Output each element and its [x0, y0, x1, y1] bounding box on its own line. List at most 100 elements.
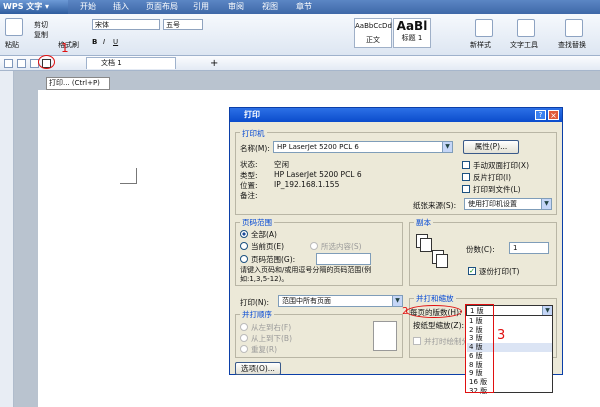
properties-button[interactable]: 属性(P)... — [463, 140, 519, 154]
menu-chapter[interactable]: 章节 — [296, 0, 312, 14]
print-what-label: 打印(N): — [240, 298, 269, 307]
text-tools-label[interactable]: 文字工具 — [510, 40, 538, 50]
bold-button[interactable]: B — [92, 38, 97, 46]
vertical-ruler — [0, 71, 14, 407]
annotation-step-2: 2 — [402, 306, 409, 317]
printer-group-label: 打印机 — [240, 128, 267, 139]
find-replace-label[interactable]: 查找替换 — [558, 40, 586, 50]
printer-name-select[interactable]: HP LaserJet 5200 PCL 6 ▼ — [273, 141, 453, 153]
app-name: WPS 文字 — [3, 2, 43, 11]
printer-name-label: 名称(M): — [240, 144, 270, 153]
annotation-step-1: 1 — [61, 41, 69, 55]
range-current-radio[interactable] — [240, 242, 248, 250]
comment-label: 备注: — [240, 191, 258, 200]
type-value: HP LaserJet 5200 PCL 6 — [274, 170, 362, 179]
printer-name-value: HP LaserJet 5200 PCL 6 — [277, 143, 359, 151]
paper-source-label: 纸张来源(S): — [413, 201, 457, 210]
manual-duplex-label: 手动双面打印(X) — [473, 161, 529, 170]
chevron-down-icon: ▼ — [541, 199, 551, 209]
status-value: 空闲 — [274, 160, 289, 169]
tab-document[interactable]: 文档 1 — [86, 57, 176, 69]
new-style-icon[interactable] — [475, 19, 493, 37]
location-value: IP_192.168.1.155 — [274, 180, 340, 189]
copies-input[interactable]: 1 — [509, 242, 549, 254]
menu-page-layout[interactable]: 页面布局 — [146, 0, 178, 14]
margin-mark — [120, 183, 136, 184]
style-normal-label: 正文 — [366, 36, 380, 44]
paper-source-value: 使用打印机设置 — [468, 200, 517, 208]
options-button[interactable]: 选项(O)... — [235, 362, 281, 375]
order-repeat-radio[interactable] — [240, 345, 248, 353]
range-selection-label: 所选内容(S) — [321, 242, 362, 251]
reverse-label: 反片打印(I) — [473, 173, 512, 182]
per-sheet-label: 每页的版数(H): — [410, 308, 462, 317]
page-range-hint: 请键入页码和/或用逗号分隔的页码范围(例如:1,3,5-12)。 — [240, 266, 372, 283]
annotation-step-3: 3 — [497, 328, 506, 343]
style-heading1-sample: AaBl — [396, 19, 428, 33]
italic-button[interactable]: I — [103, 38, 105, 46]
zoom-group-label: 并打和缩放 — [414, 293, 456, 304]
menu-view[interactable]: 视图 — [262, 0, 278, 14]
print-to-file-checkbox[interactable] — [462, 185, 470, 193]
range-pages-radio[interactable] — [240, 255, 248, 263]
chevron-down-icon: ▼ — [442, 142, 452, 152]
style-normal-sample: AaBbCcDd — [355, 22, 392, 30]
app-menu-button[interactable]: WPS 文字 ▾ — [0, 0, 68, 14]
menu-references[interactable]: 引用 — [193, 0, 209, 14]
paste-label[interactable]: 粘贴 — [5, 40, 19, 50]
new-tab-button[interactable]: + — [210, 58, 218, 69]
style-heading1-label: 标题 1 — [401, 34, 423, 42]
text-tools-icon[interactable] — [517, 19, 535, 37]
manual-duplex-checkbox[interactable] — [462, 161, 470, 169]
menu-insert[interactable]: 插入 — [113, 0, 129, 14]
copy-button[interactable]: 复制 — [34, 30, 48, 40]
cut-button[interactable]: 剪切 — [34, 20, 48, 30]
order-repeat-label: 重复(R) — [251, 345, 278, 354]
range-all-radio[interactable] — [240, 230, 248, 238]
help-icon[interactable]: ? — [535, 110, 546, 120]
draw-border-label: 并打时绘制分 — [424, 337, 469, 346]
style-normal[interactable]: AaBbCcDd 正文 — [354, 18, 392, 48]
paste-icon[interactable] — [5, 18, 23, 36]
copies-label: 份数(C): — [466, 245, 495, 254]
tab-document-label: 文档 1 — [101, 59, 122, 67]
menu-review[interactable]: 审阅 — [228, 0, 244, 14]
range-pages-label: 页码范围(G): — [251, 255, 296, 264]
order-preview-icon — [373, 321, 397, 351]
menu-start[interactable]: 开始 — [80, 0, 96, 14]
copies-value: 1 — [513, 244, 518, 252]
font-size-select[interactable]: 五号 — [163, 19, 203, 30]
draw-border-checkbox[interactable] — [413, 337, 421, 345]
print-order-group-label: 并打顺序 — [240, 309, 274, 320]
collate-checkbox[interactable]: ✓ — [468, 267, 476, 275]
open-icon[interactable] — [17, 59, 26, 68]
print-highlight-circle — [38, 55, 55, 69]
order-ttb-radio[interactable] — [240, 334, 248, 342]
options-highlight-box — [465, 304, 494, 393]
style-heading1[interactable]: AaBl 标题 1 — [393, 18, 431, 48]
range-all-label: 全部(A) — [251, 230, 277, 239]
find-replace-icon[interactable] — [565, 19, 583, 37]
order-ttb-label: 从上到下(B) — [251, 334, 292, 343]
chevron-down-icon: ▼ — [392, 296, 402, 306]
collate-illustration — [416, 234, 456, 274]
close-icon[interactable]: × — [548, 110, 559, 120]
margin-mark-vertical — [136, 168, 137, 184]
print-tooltip: 打印... (Ctrl+P) — [46, 77, 110, 90]
scale-label: 按纸型缩放(Z): — [413, 321, 465, 330]
copies-group-label: 副本 — [414, 217, 433, 228]
range-selection-radio[interactable] — [310, 242, 318, 250]
collate-label: 逐份打印(T) — [479, 267, 520, 276]
new-style-label[interactable]: 新样式 — [470, 40, 491, 50]
range-current-label: 当前页(E) — [251, 242, 285, 251]
print-what-select[interactable]: 范围中所有页面 ▼ — [278, 295, 403, 307]
print-what-value: 范围中所有页面 — [282, 297, 331, 305]
page-range-group-label: 页码范围 — [240, 217, 274, 228]
new-doc-icon[interactable] — [4, 59, 13, 68]
underline-button[interactable]: U — [113, 38, 118, 46]
order-ltr-radio[interactable] — [240, 323, 248, 331]
reverse-checkbox[interactable] — [462, 173, 470, 181]
page-range-input[interactable] — [316, 253, 371, 265]
paper-source-select[interactable]: 使用打印机设置 ▼ — [464, 198, 552, 210]
font-select[interactable]: 宋体 — [92, 19, 160, 30]
